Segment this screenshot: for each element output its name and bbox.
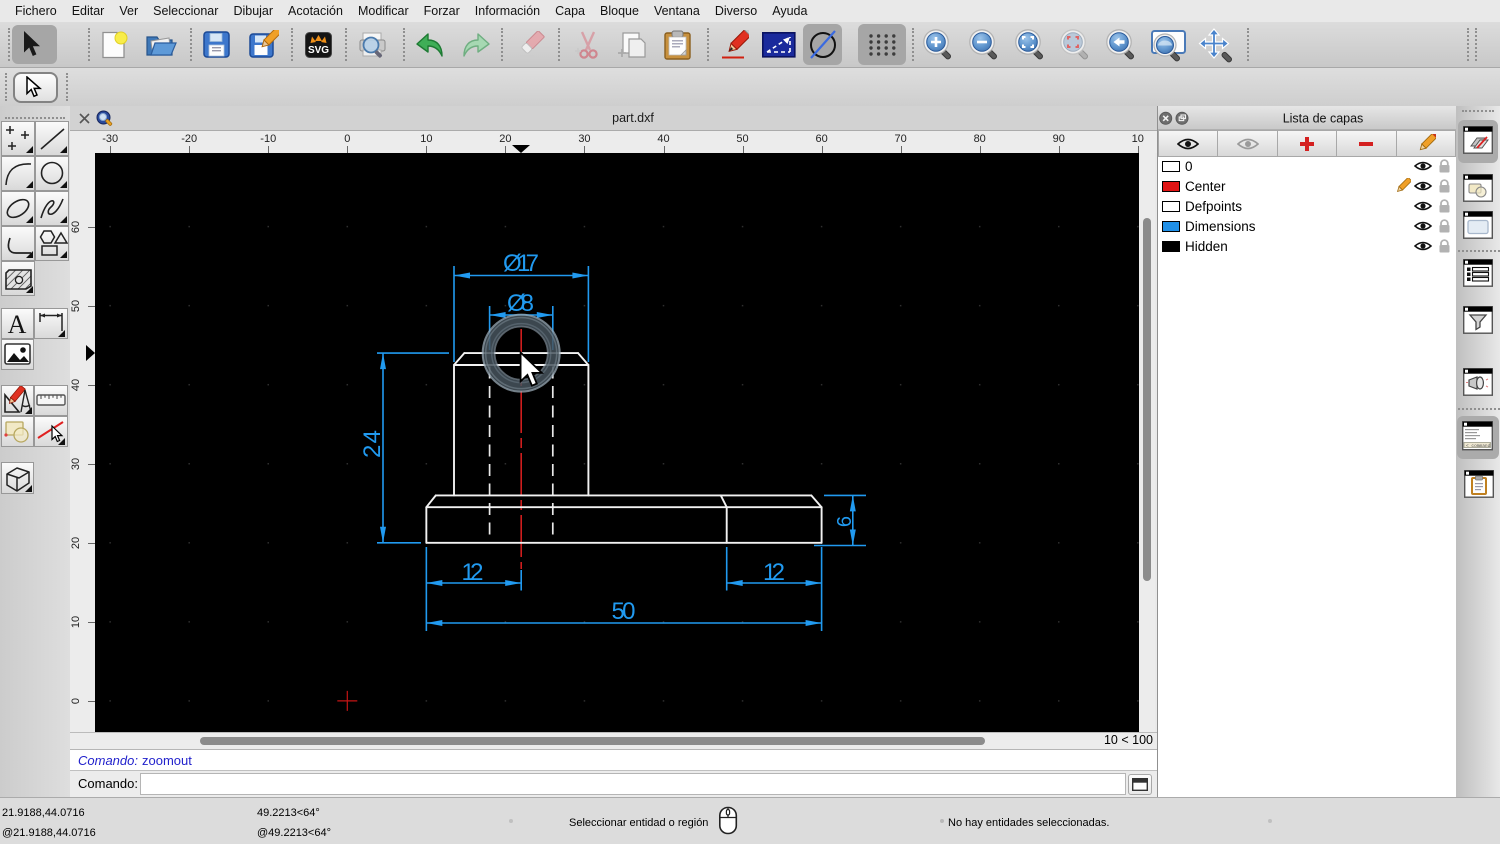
svg-text:24: 24 [359, 430, 386, 458]
svg-text:Ø17: Ø17 [503, 250, 539, 277]
svg-text:Ø8: Ø8 [507, 290, 534, 317]
svg-text:SVG: SVG [308, 45, 329, 56]
svg-text:6: 6 [834, 516, 856, 527]
svg-text:50: 50 [612, 598, 636, 625]
svg-text:< command: < command [1466, 443, 1491, 449]
svg-text:Lista de capas: Lista de capas [1283, 112, 1364, 126]
svg-text:A: A [8, 310, 27, 338]
svg-text:12: 12 [462, 559, 484, 586]
svg-text:12: 12 [763, 559, 785, 586]
